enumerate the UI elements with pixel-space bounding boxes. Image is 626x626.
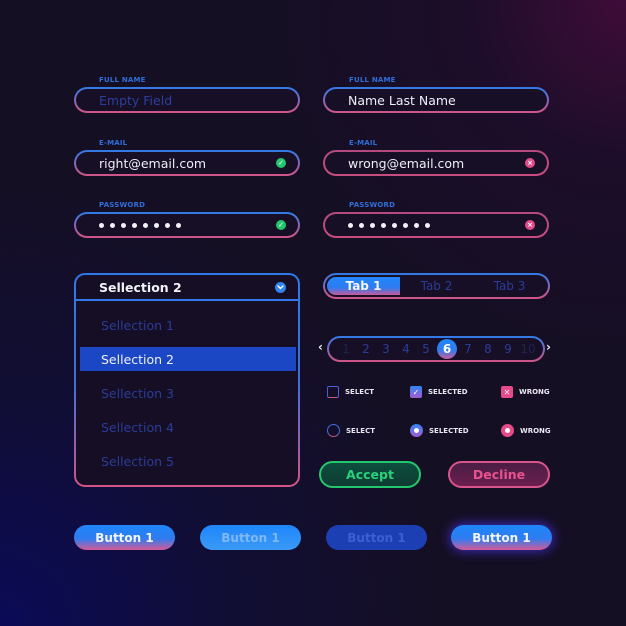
button-default[interactable]: Button 1 bbox=[74, 525, 175, 550]
radio-wrong-icon bbox=[501, 424, 514, 437]
radio-label: SELECT bbox=[346, 426, 375, 435]
checkbox-wrong[interactable]: ✕ WRONG bbox=[501, 386, 550, 398]
dropdown-option-selected[interactable]: Sellection 2 bbox=[80, 347, 296, 371]
password-label: PASSWORD bbox=[349, 201, 396, 209]
page-number[interactable]: 1 bbox=[337, 342, 355, 356]
radio-checked-icon bbox=[410, 424, 423, 437]
full-name-field-empty[interactable]: Empty Field bbox=[74, 87, 300, 113]
email-value: wrong@email.com bbox=[348, 155, 465, 171]
full-name-label: FULL NAME bbox=[349, 76, 396, 84]
radio-unchecked-icon bbox=[327, 424, 340, 437]
tab-bar: Tab 1 Tab 2 Tab 3 bbox=[323, 273, 550, 299]
email-field-invalid[interactable]: wrong@email.com × bbox=[323, 150, 549, 176]
password-label: PASSWORD bbox=[99, 201, 146, 209]
pagination-prev-button[interactable]: ‹ bbox=[318, 340, 323, 354]
pagination-next-button[interactable]: › bbox=[546, 340, 551, 354]
dropdown-option[interactable]: Sellection 3 bbox=[80, 381, 296, 405]
password-field-invalid[interactable]: × bbox=[323, 212, 549, 238]
checkbox-label: SELECTED bbox=[428, 388, 468, 396]
password-mask bbox=[99, 222, 276, 228]
full-name-field-filled[interactable]: Name Last Name bbox=[323, 87, 549, 113]
pagination: 1 2 3 4 5 6 7 8 9 10 bbox=[327, 336, 545, 362]
check-icon: ✓ bbox=[276, 158, 286, 168]
x-icon: × bbox=[525, 220, 535, 230]
full-name-value: Name Last Name bbox=[348, 92, 456, 108]
dropdown-selected-value: Sellection 2 bbox=[99, 279, 182, 295]
button-focused[interactable]: Button 1 bbox=[451, 525, 552, 550]
tab-1[interactable]: Tab 1 bbox=[327, 277, 400, 295]
radio-label: SELECTED bbox=[429, 426, 469, 435]
button-hover[interactable]: Button 1 bbox=[200, 525, 301, 550]
radio-selected[interactable]: SELECTED bbox=[410, 424, 469, 437]
checkbox-select[interactable]: SELECT bbox=[327, 386, 374, 398]
tab-2[interactable]: Tab 2 bbox=[400, 277, 473, 295]
radio-select[interactable]: SELECT bbox=[327, 424, 375, 437]
x-icon: × bbox=[525, 158, 535, 168]
page-number[interactable]: 8 bbox=[479, 342, 497, 356]
radio-wrong[interactable]: WRONG bbox=[501, 424, 551, 437]
email-value: right@email.com bbox=[99, 155, 207, 171]
page-number[interactable]: 7 bbox=[459, 342, 477, 356]
dropdown-option[interactable]: Sellection 5 bbox=[80, 449, 296, 473]
full-name-placeholder: Empty Field bbox=[99, 92, 173, 108]
chevron-down-icon[interactable] bbox=[275, 281, 286, 293]
page-number[interactable]: 10 bbox=[519, 342, 537, 356]
dropdown-option[interactable]: Sellection 1 bbox=[80, 313, 296, 337]
button-disabled[interactable]: Button 1 bbox=[326, 525, 427, 550]
page-number[interactable]: 5 bbox=[417, 342, 435, 356]
email-label: E-MAIL bbox=[349, 139, 378, 147]
radio-label: WRONG bbox=[520, 426, 551, 435]
decline-button[interactable]: Decline bbox=[448, 461, 550, 488]
checkbox-label: SELECT bbox=[345, 388, 374, 396]
email-label: E-MAIL bbox=[99, 139, 128, 147]
checkbox-checked-icon: ✓ bbox=[410, 386, 422, 398]
dropdown-option[interactable]: Sellection 4 bbox=[80, 415, 296, 439]
page-number[interactable]: 9 bbox=[499, 342, 517, 356]
checkbox-selected[interactable]: ✓ SELECTED bbox=[410, 386, 468, 398]
selection-dropdown: Sellection 2 Sellection 1 Sellection 2 S… bbox=[74, 273, 300, 487]
page-number[interactable]: 4 bbox=[397, 342, 415, 356]
checkbox-label: WRONG bbox=[519, 388, 550, 396]
page-number-current[interactable]: 6 bbox=[437, 339, 457, 359]
tab-3[interactable]: Tab 3 bbox=[473, 277, 546, 295]
page-number[interactable]: 2 bbox=[357, 342, 375, 356]
full-name-label: FULL NAME bbox=[99, 76, 146, 84]
page-number[interactable]: 3 bbox=[377, 342, 395, 356]
password-field-valid[interactable]: ✓ bbox=[74, 212, 300, 238]
dropdown-header[interactable]: Sellection 2 bbox=[76, 275, 298, 301]
checkbox-x-icon: ✕ bbox=[501, 386, 513, 398]
password-mask bbox=[348, 222, 525, 228]
checkbox-unchecked-icon bbox=[327, 386, 339, 398]
email-field-valid[interactable]: right@email.com ✓ bbox=[74, 150, 300, 176]
accept-button[interactable]: Accept bbox=[319, 461, 421, 488]
check-icon: ✓ bbox=[276, 220, 286, 230]
